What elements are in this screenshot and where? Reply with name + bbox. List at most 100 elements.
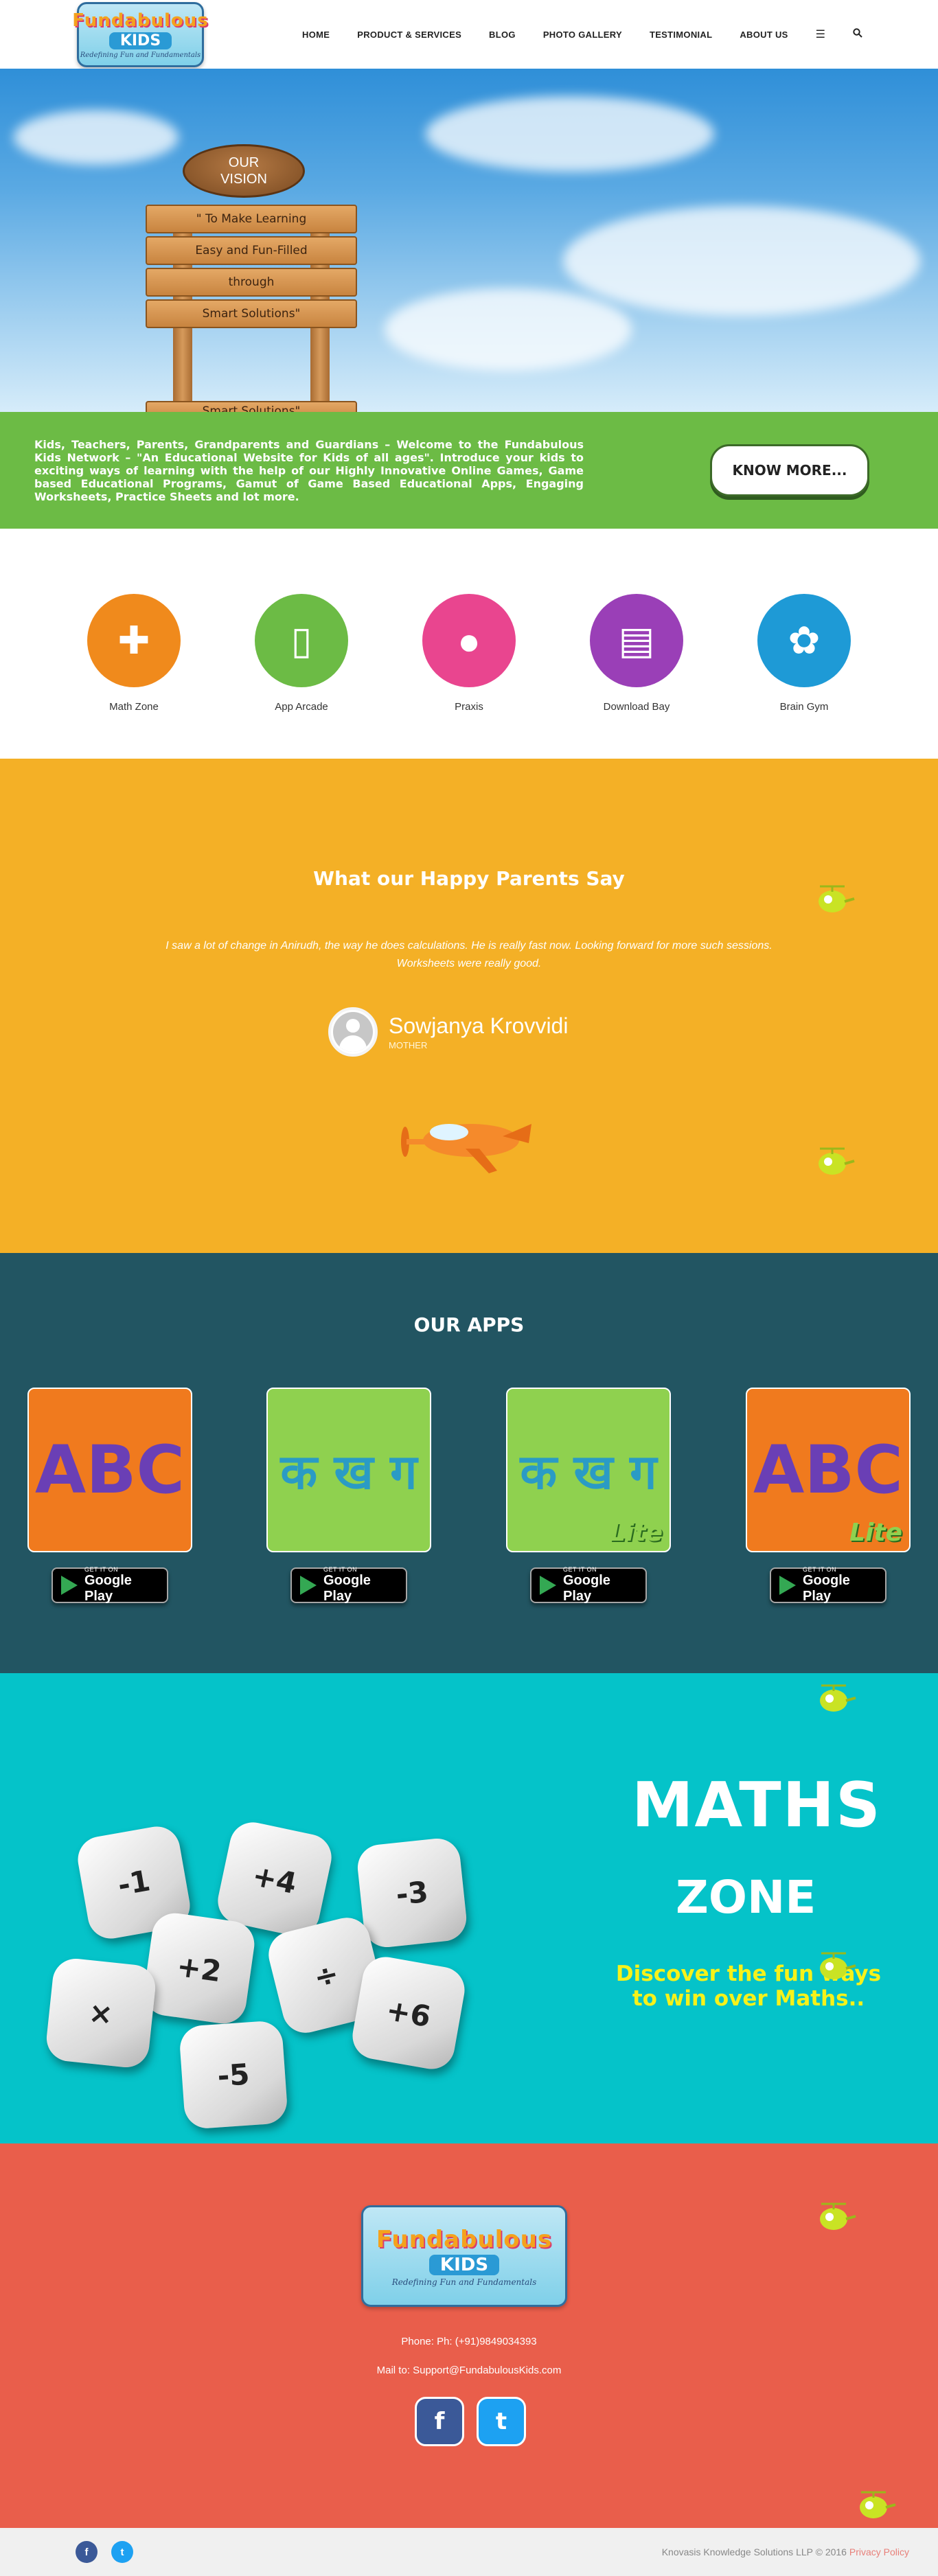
category-brain-gym[interactable]: ✿ Brain Gym: [756, 594, 852, 759]
nav-home[interactable]: HOME: [302, 30, 330, 40]
lite-badge: Lite: [849, 1519, 902, 1547]
category-row: ✚ Math Zone ▯ App Arcade ● Praxis ▤ Down…: [0, 529, 938, 759]
testimonial-heading: What our Happy Parents Say: [313, 867, 625, 890]
logo-text-primary: Fundabulous: [72, 10, 209, 31]
parrot-icon: ●: [422, 594, 516, 687]
helicopter-icon: [819, 1147, 855, 1175]
testimonial-section: What our Happy Parents Say I saw a lot o…: [0, 759, 938, 1253]
category-label: Brain Gym: [779, 701, 829, 713]
category-math-zone[interactable]: ✚ Math Zone: [86, 594, 182, 759]
brain-icon: ✿: [757, 594, 851, 687]
bottom-social: f t: [76, 2541, 133, 2563]
know-more-button[interactable]: KNOW MORE...: [710, 444, 869, 496]
maths-zone-banner: -1 +4 -3 +2 ÷ × +6 -5 MATHS ZONE Discove…: [0, 1673, 938, 2143]
app-abc-lite-icon[interactable]: ABC Lite: [746, 1388, 911, 1552]
category-label: Praxis: [455, 701, 483, 713]
helicopter-icon: [820, 1684, 856, 1712]
store-small-text: GET IT ON: [323, 1566, 358, 1573]
store-small-text: GET IT ON: [84, 1566, 119, 1573]
dice-icon: -3: [355, 1836, 469, 1950]
privacy-policy-link[interactable]: Privacy Policy: [849, 2546, 909, 2557]
category-download-bay[interactable]: ▤ Download Bay: [588, 594, 685, 759]
helicopter-icon: [819, 885, 855, 912]
search-icon[interactable]: [853, 27, 862, 41]
notebook-icon: ▤: [590, 594, 683, 687]
category-praxis[interactable]: ● Praxis: [421, 594, 517, 759]
nav-about-us[interactable]: ABOUT US: [740, 30, 788, 40]
app-card: ABC Lite GET IT ON Google Play: [746, 1388, 911, 1604]
vision-sign-title: OUR: [228, 155, 260, 170]
footer-phone[interactable]: Phone: Ph: (+91)9849034393: [0, 2336, 938, 2347]
vision-plank: Easy and Fun-Filled: [146, 236, 357, 265]
maths-tagline-line: to win over Maths..: [632, 1986, 865, 2011]
testimonial-quote: I saw a lot of change in Anirudh, the wa…: [165, 940, 773, 969]
app-card: क ख ग GET IT ON Google Play: [266, 1388, 431, 1604]
author-name: Sowjanya Krovvidi: [389, 1013, 569, 1038]
vision-plank: through: [146, 268, 357, 297]
dice-icon: +6: [349, 1953, 468, 2073]
footer-email[interactable]: Mail to: Support@FundabulousKids.com: [0, 2365, 938, 2376]
store-big-text: Google Play: [563, 1573, 610, 1604]
google-play-button[interactable]: GET IT ON Google Play: [52, 1566, 168, 1604]
helicopter-icon: [820, 1952, 856, 1979]
nav-products-services[interactable]: PRODUCT & SERVICES: [357, 30, 461, 40]
google-play-icon: [300, 1576, 317, 1595]
site-logo[interactable]: Fundabulous KIDS Redefining Fun and Fund…: [72, 1, 208, 67]
tablet-icon: ▯: [255, 594, 348, 687]
dice-icon: +2: [141, 1910, 258, 2027]
maths-subtitle: ZONE: [676, 1871, 816, 1924]
google-play-button[interactable]: GET IT ON Google Play: [530, 1566, 647, 1604]
category-app-arcade[interactable]: ▯ App Arcade: [253, 594, 350, 759]
helicopter-icon: [860, 2491, 896, 2518]
google-play-icon: [779, 1576, 796, 1595]
app-card: क ख ग Lite GET IT ON Google Play: [506, 1388, 671, 1604]
store-small-text: GET IT ON: [803, 1566, 837, 1573]
store-big-text: Google Play: [84, 1573, 132, 1604]
app-glyph: ABC: [35, 1431, 185, 1508]
author-role: MOTHER: [389, 1040, 428, 1050]
apps-section: OUR APPS ABC GET IT ON Google Play क ख ग …: [0, 1253, 938, 1673]
bottom-bar: f t Knovasis Knowledge Solutions LLP © 2…: [0, 2528, 938, 2576]
copyright-text: Knovasis Knowledge Solutions LLP © 2016: [661, 2546, 847, 2557]
google-play-button[interactable]: GET IT ON Google Play: [770, 1566, 886, 1604]
puzzle-icon: ✚: [87, 594, 181, 687]
twitter-icon[interactable]: t: [477, 2397, 526, 2446]
facebook-icon[interactable]: f: [76, 2541, 98, 2563]
logo-text-secondary: KIDS: [428, 2254, 500, 2275]
twitter-icon[interactable]: t: [111, 2541, 133, 2563]
vision-plank: " To Make Learning: [146, 205, 357, 233]
category-label: Download Bay: [603, 701, 670, 713]
google-play-icon: [540, 1576, 556, 1595]
category-label: Math Zone: [109, 701, 159, 713]
logo-tagline: Redefining Fun and Fundamentals: [391, 2277, 537, 2287]
google-play-button[interactable]: GET IT ON Google Play: [290, 1566, 407, 1604]
app-hindi-icon[interactable]: क ख ग: [266, 1388, 431, 1552]
nav-blog[interactable]: BLOG: [489, 30, 516, 40]
testimonial-author: Sowjanya Krovvidi MOTHER: [328, 1007, 568, 1057]
helicopter-icon: [820, 2203, 856, 2230]
footer-logo[interactable]: Fundabulous KIDS Redefining Fun and Fund…: [361, 2205, 567, 2307]
avatar: [328, 1007, 378, 1057]
dice-icon: ×: [44, 1956, 158, 2070]
site-header: Fundabulous KIDS Redefining Fun and Fund…: [0, 0, 938, 69]
vision-sign-header: OUR VISION: [183, 144, 305, 198]
logo-text-primary: Fundabulous: [376, 2225, 553, 2253]
hamburger-icon[interactable]: ☰: [816, 27, 825, 41]
site-footer: Fundabulous KIDS Redefining Fun and Fund…: [0, 2143, 938, 2528]
store-big-text: Google Play: [803, 1573, 850, 1604]
dice-icon: -5: [178, 2019, 289, 2130]
vision-plank: Smart Solutions": [146, 401, 357, 412]
copyright: Knovasis Knowledge Solutions LLP © 2016 …: [662, 2546, 909, 2557]
nav-photo-gallery[interactable]: PHOTO GALLERY: [543, 30, 622, 40]
app-abc-icon[interactable]: ABC: [27, 1388, 192, 1552]
vision-plank: Smart Solutions": [146, 299, 357, 328]
logo-tagline: Redefining Fun and Fundamentals: [80, 51, 201, 59]
hero-banner: OUR VISION " To Make Learning Easy and F…: [0, 69, 938, 412]
logo-text-secondary: KIDS: [108, 32, 172, 49]
maths-title: MATHS: [632, 1769, 882, 1841]
app-hindi-lite-icon[interactable]: क ख ग Lite: [506, 1388, 671, 1552]
main-nav: HOME PRODUCT & SERVICES BLOG PHOTO GALLE…: [302, 27, 862, 41]
cloud-decoration: [426, 96, 714, 172]
nav-testimonial[interactable]: TESTIMONIAL: [650, 30, 712, 40]
facebook-icon[interactable]: f: [415, 2397, 464, 2446]
